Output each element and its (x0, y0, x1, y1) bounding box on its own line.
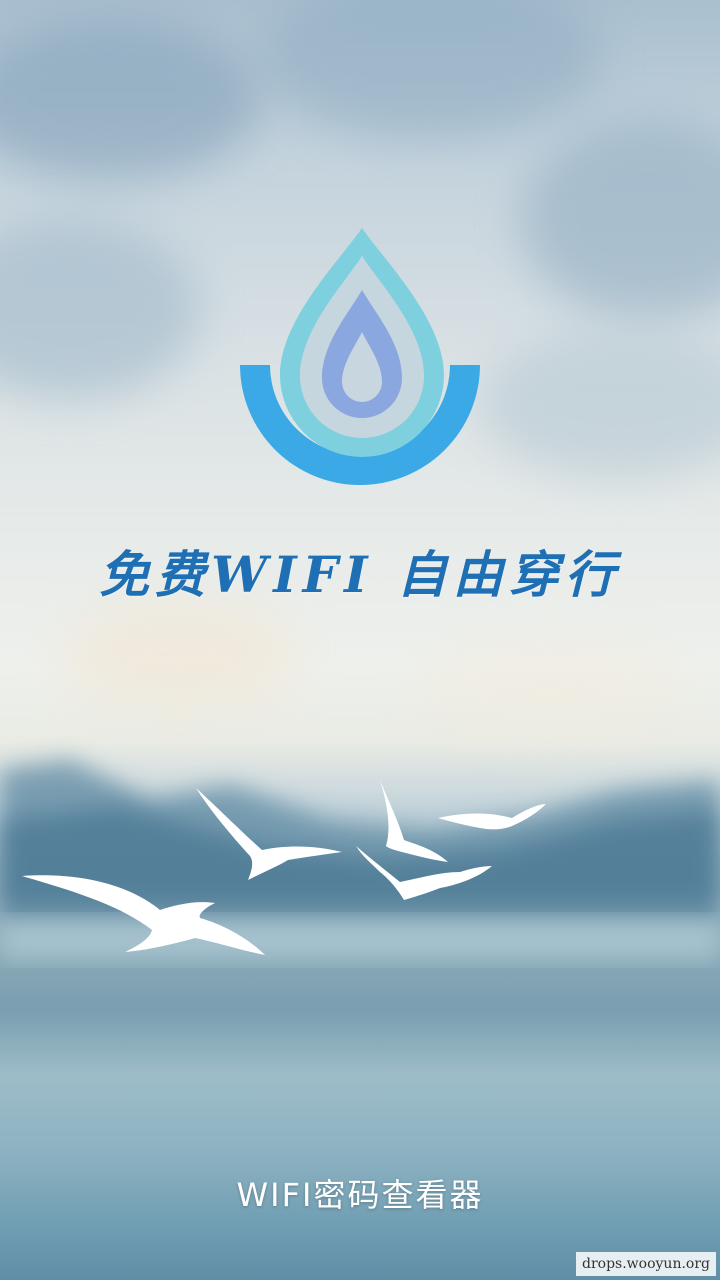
seagull-icon (438, 804, 546, 830)
seagull-icon (22, 875, 265, 955)
seagull-icon (196, 788, 342, 880)
seagull-icon (380, 780, 448, 862)
seagulls-illustration (22, 780, 546, 955)
splash-screen: 免费WIFI 自由穿行 WIFI密码查看器 drops.wooyun.org (0, 0, 720, 1280)
watermark-text: drops.wooyun.org (576, 1252, 716, 1276)
app-name-label: WIFI密码查看器 (236, 1176, 484, 1214)
